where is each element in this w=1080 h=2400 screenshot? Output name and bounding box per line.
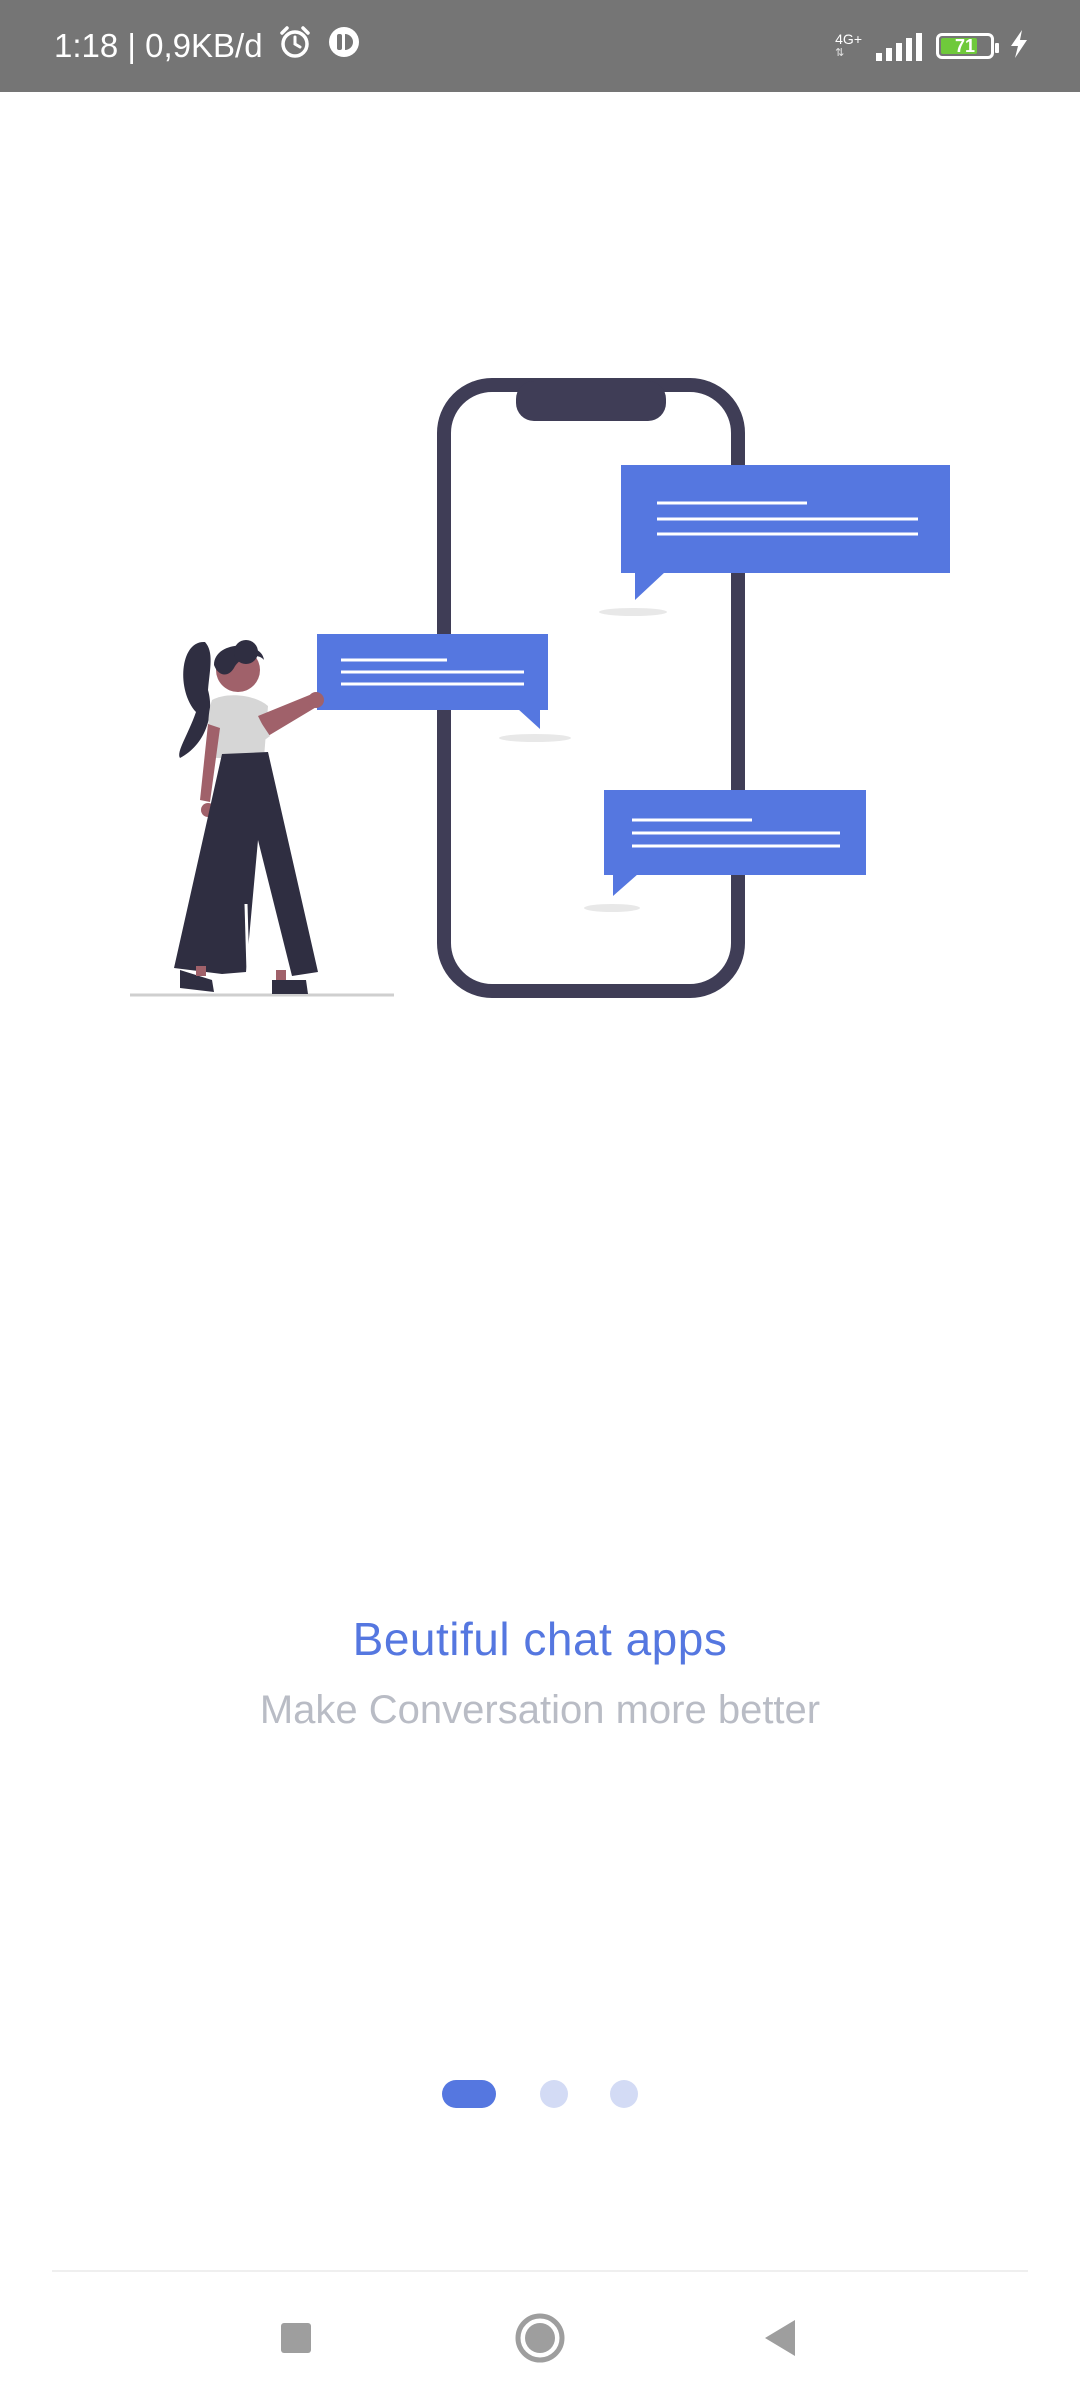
page-indicator xyxy=(0,2078,1080,2108)
recent-apps-button[interactable] xyxy=(266,2310,326,2370)
data-arrows-icon: ⇅ xyxy=(835,47,845,59)
page-dot-active[interactable] xyxy=(442,2080,496,2108)
woman-illustration xyxy=(174,640,324,994)
battery-level: 71 xyxy=(954,35,976,56)
status-left: 1:18 | 0,9KB/d xyxy=(54,24,361,68)
back-icon xyxy=(761,2318,799,2363)
page-dot-2[interactable] xyxy=(540,2080,568,2108)
chat-illustration xyxy=(130,378,950,998)
battery-icon: 71 xyxy=(936,33,999,59)
onboarding-title: Beutiful chat apps xyxy=(352,1613,728,1665)
status-time-speed: 1:18 | 0,9KB/d xyxy=(54,27,263,64)
status-right: 4G+ ⇅ 71 xyxy=(835,28,1030,65)
recent-apps-icon xyxy=(279,2321,313,2360)
back-button[interactable] xyxy=(750,2310,810,2370)
signal-icon xyxy=(876,31,922,61)
alarm-icon xyxy=(277,24,313,68)
onboarding-subtitle: Make Conversation more better xyxy=(259,1688,821,1732)
page-dot-3[interactable] xyxy=(610,2080,638,2108)
navigation-bar xyxy=(0,2272,1080,2400)
network-type: 4G+ xyxy=(835,31,862,47)
status-bar: 1:18 | 0,9KB/d 4G+ ⇅ 71 xyxy=(0,0,1080,92)
network-indicator: 4G+ ⇅ xyxy=(835,32,862,60)
home-icon xyxy=(514,2312,566,2369)
app-notification-icon xyxy=(327,25,361,67)
home-button[interactable] xyxy=(510,2310,570,2370)
charging-icon xyxy=(1008,28,1030,65)
